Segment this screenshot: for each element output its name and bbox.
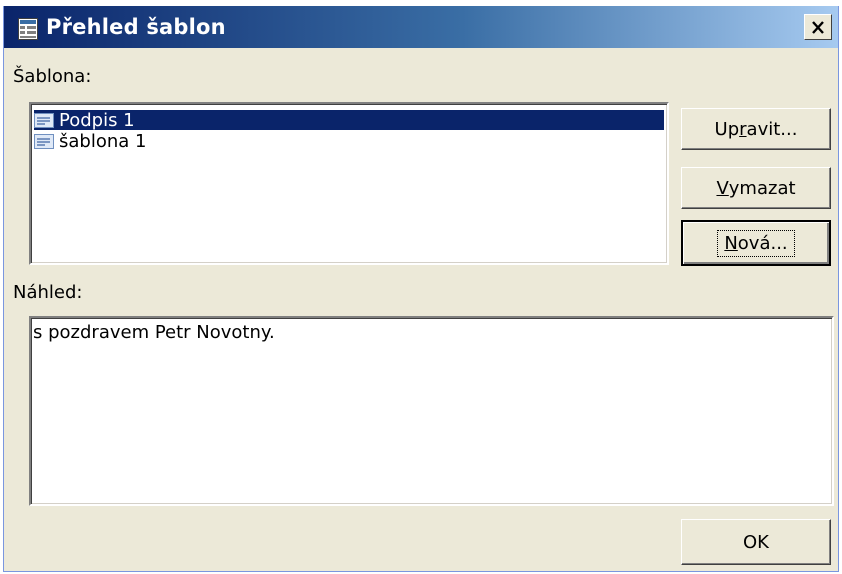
template-list-item[interactable]: Podpis 1 bbox=[34, 109, 664, 131]
focus-rect: Nová... bbox=[717, 229, 795, 257]
template-name: šablona 1 bbox=[59, 130, 147, 152]
preview-label: Náhled: bbox=[13, 282, 83, 303]
document-icon bbox=[34, 112, 54, 128]
ok-label: OK bbox=[743, 531, 769, 553]
delete-button[interactable]: Vymazat bbox=[681, 167, 831, 209]
edit-label-rest: avit... bbox=[746, 118, 798, 140]
window-title: Přehled šablon bbox=[46, 15, 226, 39]
delete-label: ymazat bbox=[728, 177, 796, 199]
template-label: Šablona: bbox=[13, 66, 92, 87]
close-button[interactable] bbox=[804, 14, 832, 40]
new-button[interactable]: Nová... bbox=[681, 220, 831, 266]
template-list[interactable]: Podpis 1 šablona 1 bbox=[29, 102, 669, 265]
close-icon bbox=[812, 20, 824, 34]
preview-box[interactable]: s pozdravem Petr Novotny. bbox=[29, 316, 834, 506]
edit-accelerator: r bbox=[739, 118, 747, 140]
edit-label: Up bbox=[714, 118, 740, 140]
delete-accelerator: V bbox=[716, 177, 729, 199]
document-icon bbox=[34, 133, 54, 149]
edit-button[interactable]: Up r avit... bbox=[681, 108, 831, 150]
dialog-window: Přehled šablon Šablona: Podpis 1 šablona… bbox=[3, 6, 839, 572]
template-name: Podpis 1 bbox=[59, 109, 135, 131]
templates-icon bbox=[18, 18, 38, 40]
preview-text: s pozdravem Petr Novotny. bbox=[33, 322, 275, 343]
title-bar[interactable]: Přehled šablon bbox=[4, 6, 838, 48]
new-label: ová... bbox=[737, 232, 788, 254]
new-accelerator: N bbox=[724, 232, 738, 254]
template-list-item[interactable]: šablona 1 bbox=[34, 130, 148, 152]
ok-button[interactable]: OK bbox=[681, 519, 831, 565]
